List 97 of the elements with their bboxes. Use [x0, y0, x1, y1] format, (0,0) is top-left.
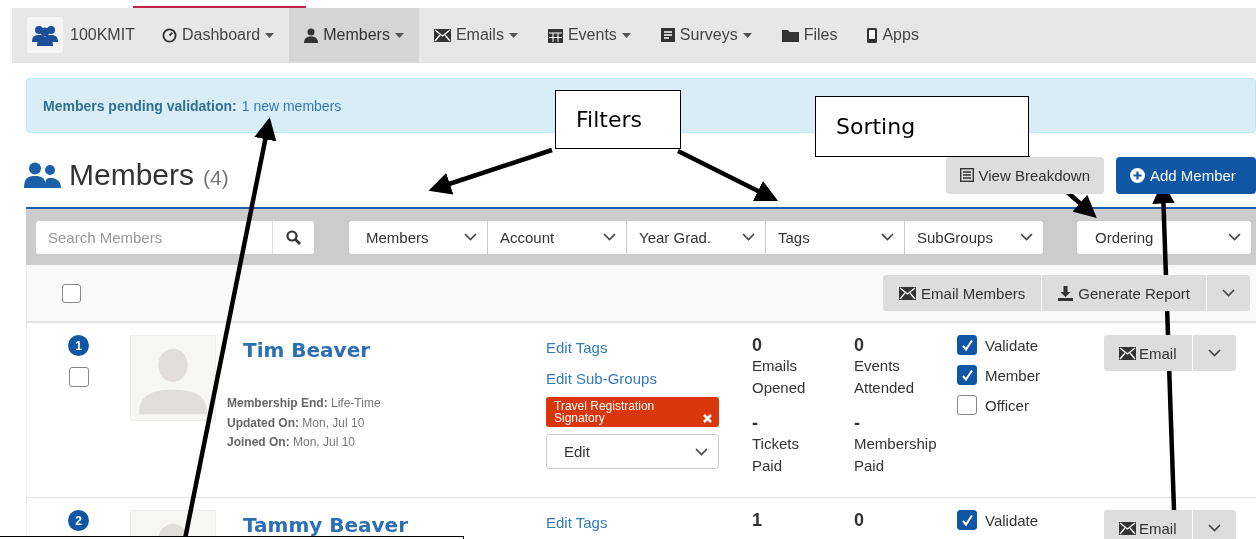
list-icon — [660, 28, 675, 42]
brand-name[interactable]: 100KMIT — [70, 26, 135, 44]
email-button[interactable]: Email — [1104, 510, 1192, 539]
person-icon — [304, 27, 319, 43]
email-members-button[interactable]: Email Members — [883, 275, 1042, 311]
envelope-icon — [1119, 346, 1136, 360]
row-number: 1 — [68, 335, 89, 356]
chevron-icon — [695, 447, 708, 456]
stat-value: - — [854, 413, 861, 433]
email-button[interactable]: Email — [1104, 335, 1192, 371]
check-icon — [960, 338, 974, 352]
list-icon — [959, 168, 974, 182]
chevron-icon — [1020, 233, 1033, 241]
nav-item[interactable]: Files — [766, 8, 853, 62]
envelope-icon — [433, 28, 451, 42]
calendar-icon — [547, 27, 563, 43]
ordering-dropdown[interactable]: Ordering — [1077, 220, 1251, 254]
filter-dropdown[interactable]: Members — [349, 220, 487, 254]
search-button[interactable] — [272, 220, 314, 254]
edit-dropdown[interactable]: Edit — [546, 434, 719, 469]
edit-link[interactable]: Edit Tags — [546, 514, 608, 531]
chevron-icon — [742, 233, 755, 241]
search-field[interactable]: Search Members — [36, 220, 272, 254]
chevron-icon — [881, 233, 894, 241]
filter-dropdown[interactable]: SubGroups — [905, 220, 1043, 254]
chevron-icon — [603, 233, 616, 241]
brand-logo[interactable] — [27, 17, 63, 53]
nav-item[interactable]: Emails — [418, 8, 533, 62]
caret-icon — [621, 32, 631, 38]
report-button[interactable]: Generate Report — [1042, 275, 1206, 311]
member-name[interactable]: Tim Beaver — [243, 338, 371, 362]
nav-item[interactable]: Apps — [852, 8, 934, 62]
plus-circle-icon — [1130, 167, 1145, 183]
stat-label: Tickets Paid — [752, 434, 799, 476]
caret-icon — [394, 32, 404, 38]
nav-item[interactable]: Members — [289, 8, 419, 62]
tag-label: Travel Registration Signatory — [546, 397, 719, 427]
filter-dropdown[interactable]: Tags — [766, 220, 904, 254]
phone-icon — [867, 27, 878, 43]
chevron-icon — [1207, 349, 1221, 357]
role-checkbox[interactable] — [957, 510, 977, 530]
role-label: Member — [985, 366, 1040, 384]
nav-item[interactable]: Dashboard — [146, 8, 290, 62]
pending-members-link[interactable]: 1 new members — [241, 97, 342, 114]
filter-dropdown[interactable]: Year Grad. — [627, 220, 765, 254]
breakdown-button[interactable]: View Breakdown — [945, 156, 1104, 194]
stat-value: - — [752, 413, 759, 433]
member-detail: Updated On: Mon, Jul 10 — [227, 414, 366, 432]
callout-label: Sorting — [815, 96, 1029, 157]
row-number: 2 — [68, 510, 89, 531]
avatar-placeholder-icon — [130, 335, 216, 421]
stat-label: Events Attended — [854, 356, 915, 398]
edit-link[interactable]: Edit Tags — [546, 339, 608, 356]
check-icon — [960, 513, 974, 527]
more-button[interactable] — [1192, 510, 1236, 539]
row-checkbox[interactable] — [68, 367, 89, 387]
caret-icon — [508, 32, 518, 38]
caret-icon — [742, 32, 752, 38]
nav-item[interactable]: Events — [532, 8, 646, 62]
stat-label: Membership Paid — [854, 434, 937, 476]
edit-link[interactable]: Edit Sub-Groups — [546, 370, 657, 387]
nav-item[interactable]: Surveys — [645, 8, 767, 62]
download-icon — [1058, 285, 1074, 301]
page-title: Members — [69, 158, 195, 192]
chevron-icon — [464, 233, 477, 241]
callout-label: Filters — [555, 90, 681, 149]
remove-icon[interactable] — [702, 413, 713, 424]
role-label: Validate — [985, 511, 1039, 529]
stat-label: Emails Opened — [752, 356, 806, 398]
filter-dropdown[interactable]: Account — [488, 220, 626, 254]
search-icon — [286, 229, 301, 245]
member-count: (4) — [203, 166, 229, 190]
chevron-icon — [1222, 289, 1235, 297]
select-all-checkbox[interactable] — [62, 283, 81, 303]
chevron-icon — [1207, 524, 1221, 532]
envelope-icon — [899, 286, 917, 300]
chevron-icon — [1228, 233, 1241, 241]
caret-icon — [265, 32, 275, 38]
role-checkbox[interactable] — [957, 335, 977, 355]
stat-value: 1 — [752, 510, 763, 530]
alert-label: Members pending validation: — [43, 97, 237, 114]
stat-value: 0 — [854, 510, 865, 530]
role-label: Validate — [985, 336, 1039, 354]
check-icon — [960, 368, 974, 382]
members-icon — [24, 162, 61, 188]
stat-value: 0 — [752, 335, 763, 355]
role-checkbox[interactable] — [957, 365, 977, 385]
add-button[interactable]: Add Member — [1116, 156, 1256, 194]
member-name[interactable]: Tammy Beaver — [243, 513, 408, 537]
member-detail: Joined On: Mon, Jul 10 — [227, 434, 357, 451]
role-checkbox[interactable] — [957, 395, 977, 415]
role-label: Officer — [985, 396, 1029, 414]
member-detail: Membership End: Life-Time — [227, 395, 382, 412]
envelope-icon — [1119, 521, 1136, 535]
stat-value: 0 — [854, 335, 865, 355]
folder-icon — [781, 28, 799, 42]
gauge-icon — [161, 27, 177, 43]
